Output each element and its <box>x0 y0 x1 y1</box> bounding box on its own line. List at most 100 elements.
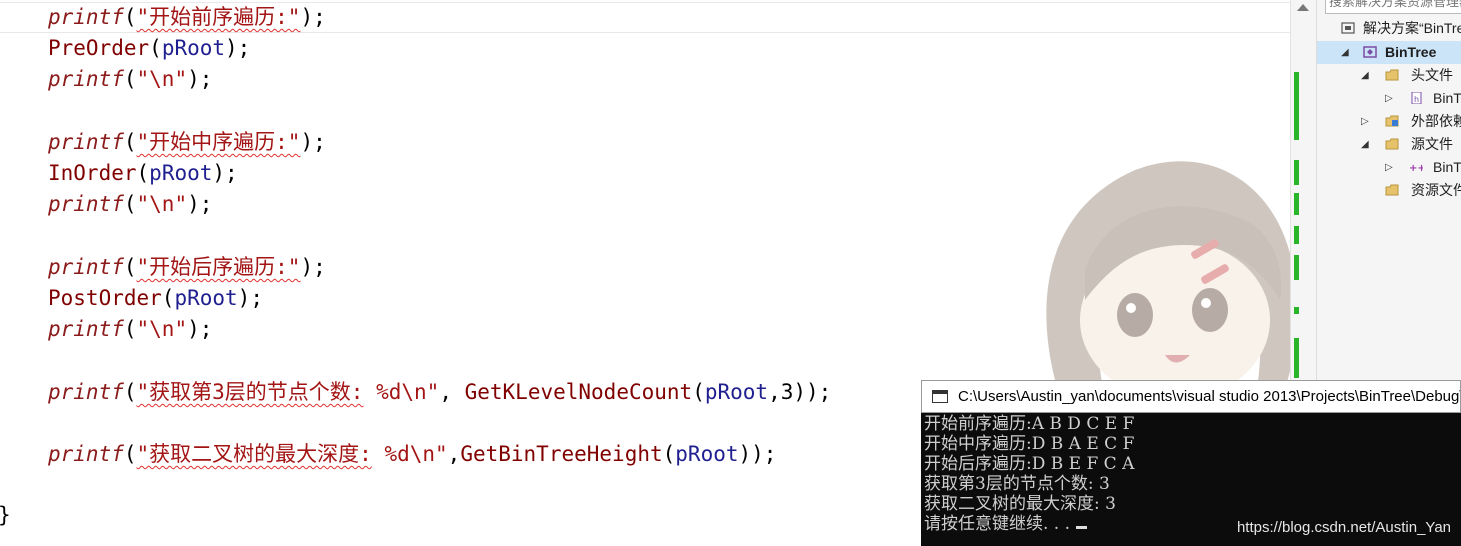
cpp-file-icon: ++ <box>1409 163 1423 173</box>
paren: ); <box>212 161 238 185</box>
svg-text:h: h <box>1414 95 1419 104</box>
tree-item-external-deps[interactable]: ▷ 外部依赖项 <box>1317 110 1461 133</box>
function-name: GetKLevelNodeCount <box>464 380 693 404</box>
function-name: printf <box>48 317 124 341</box>
console-line: 获取第3层的节点个数: 3 <box>924 474 1110 494</box>
function-name: printf <box>48 5 124 29</box>
expanded-arrow-icon[interactable]: ◢ <box>1361 133 1369 156</box>
paren: ); <box>225 36 251 60</box>
change-marker <box>1294 226 1299 244</box>
console-line: 开始后序遍历:D B E F C A <box>924 454 1135 474</box>
paren: ); <box>187 192 213 216</box>
console-window[interactable]: C:\Users\Austin_yan\documents\visual stu… <box>921 380 1461 546</box>
code-line[interactable]: printf("\n"); <box>48 189 212 220</box>
console-line: 开始前序遍历:A B D C E F <box>924 414 1135 434</box>
paren: ( <box>149 36 162 60</box>
solution-search-input[interactable]: 搜索解决方案资源管理器 <box>1325 0 1461 14</box>
code-line[interactable]: printf("获取二叉树的最大深度: %d\n",GetBinTreeHeig… <box>48 439 776 470</box>
paren: ( <box>136 161 150 185</box>
argument: pRoot <box>675 442 739 466</box>
paren: ( <box>123 255 137 279</box>
tree-item-header-folder[interactable]: ◢ 头文件 <box>1317 64 1461 87</box>
paren: ( <box>123 130 137 154</box>
tree-item-label: 头文件 <box>1411 67 1453 83</box>
svg-text:++: ++ <box>1409 163 1423 173</box>
code-line[interactable]: PostOrder(pRoot); <box>48 283 263 314</box>
paren: ( <box>123 192 137 216</box>
function-name: printf <box>48 130 124 154</box>
function-name: PostOrder <box>48 286 162 310</box>
paren: ); <box>187 67 213 91</box>
header-file-icon: h <box>1411 92 1422 104</box>
tree-item-resource-folder[interactable]: 资源文件 <box>1317 179 1461 202</box>
tree-item-label: BinTree <box>1385 44 1437 60</box>
paren: ( <box>692 380 705 404</box>
code-line[interactable]: printf("开始后序遍历:"); <box>48 252 326 283</box>
code-line[interactable]: printf("开始前序遍历:"); <box>48 2 326 33</box>
function-name: printf <box>48 67 124 91</box>
tree-item-project[interactable]: ◢ BinTree <box>1317 41 1461 64</box>
console-prompt: 请按任意键继续. . . <box>924 514 1071 534</box>
collapsed-arrow-icon[interactable]: ▷ <box>1385 87 1393 110</box>
change-marker <box>1294 193 1299 215</box>
tree-item-source-folder[interactable]: ◢ 源文件 <box>1317 133 1461 156</box>
tree-item-label: 外部依赖项 <box>1411 113 1461 129</box>
code-line[interactable]: PreOrder(pRoot); <box>48 33 250 64</box>
change-marker <box>1294 338 1299 378</box>
tree-item-label: 资源文件 <box>1411 182 1461 198</box>
code-line[interactable]: printf("\n"); <box>48 64 212 95</box>
string-literal: "获取二叉树的最大深度: <box>136 442 372 466</box>
code-line[interactable]: printf("\n"); <box>48 314 212 345</box>
string-literal: %d\n" <box>371 442 448 466</box>
tree-item-header-file[interactable]: ▷ h BinTree.h <box>1317 87 1461 110</box>
scroll-up-arrow-icon[interactable] <box>1297 4 1309 11</box>
string-literal: "开始中序遍历:" <box>136 130 301 154</box>
collapsed-arrow-icon[interactable]: ▷ <box>1361 110 1369 133</box>
code-line[interactable]: InOrder(pRoot); <box>48 158 238 189</box>
argument: pRoot <box>704 380 769 404</box>
collapsed-arrow-icon[interactable]: ▷ <box>1385 156 1393 179</box>
console-output: 开始前序遍历:A B D C E F 开始中序遍历:D B A E C F 开始… <box>924 414 1459 534</box>
folder-icon <box>1385 69 1399 81</box>
string-literal: "\n" <box>136 67 188 91</box>
function-name: printf <box>48 192 124 216</box>
folder-icon <box>1385 138 1399 150</box>
argument: pRoot <box>174 286 238 310</box>
expanded-arrow-icon[interactable]: ◢ <box>1361 64 1369 87</box>
watermark-text: https://blog.csdn.net/Austin_Yan <box>1236 519 1451 536</box>
tree-item-label: 解决方案“BinTree” <box>1363 20 1461 36</box>
function-name: printf <box>48 380 124 404</box>
paren: ( <box>123 317 137 341</box>
paren: ); <box>300 5 326 29</box>
console-line: 开始中序遍历:D B A E C F <box>924 434 1135 454</box>
string-literal: "\n" <box>136 317 188 341</box>
paren: ( <box>123 442 137 466</box>
expanded-arrow-icon[interactable]: ◢ <box>1341 41 1349 64</box>
tree-item-label: BinTree.cpp <box>1433 159 1461 175</box>
paren: )); <box>738 442 777 466</box>
change-marker <box>1294 72 1299 140</box>
change-marker <box>1294 160 1299 185</box>
paren: ( <box>161 286 175 310</box>
string-literal: "获取第3层的节点个数: <box>136 380 364 404</box>
function-name: PreOrder <box>48 36 150 60</box>
closing-brace: } <box>0 500 11 531</box>
code-line[interactable]: printf("获取第3层的节点个数: %d\n", GetKLevelNode… <box>48 377 831 408</box>
tree-item-cpp-file[interactable]: ▷ ++ BinTree.cpp <box>1317 156 1461 179</box>
code-line[interactable]: printf("开始中序遍历:"); <box>48 127 326 158</box>
tree-item-solution[interactable]: 解决方案“BinTree” <box>1317 17 1461 40</box>
text-cursor <box>1076 526 1088 529</box>
paren: ,3)); <box>768 380 832 404</box>
console-title: C:\Users\Austin_yan\documents\visual stu… <box>958 388 1460 405</box>
anime-girl-background-image <box>1046 161 1290 400</box>
string-literal: "\n" <box>136 192 188 216</box>
external-deps-icon <box>1385 115 1399 127</box>
paren: ( <box>662 442 676 466</box>
string-literal: %d\n" <box>363 380 440 404</box>
change-marker <box>1294 307 1299 314</box>
console-title-bar[interactable]: C:\Users\Austin_yan\documents\visual stu… <box>921 380 1461 413</box>
paren: ); <box>237 286 263 310</box>
paren: ( <box>123 380 137 404</box>
change-marker <box>1294 255 1299 280</box>
string-literal: "开始后序遍历:" <box>136 255 301 279</box>
